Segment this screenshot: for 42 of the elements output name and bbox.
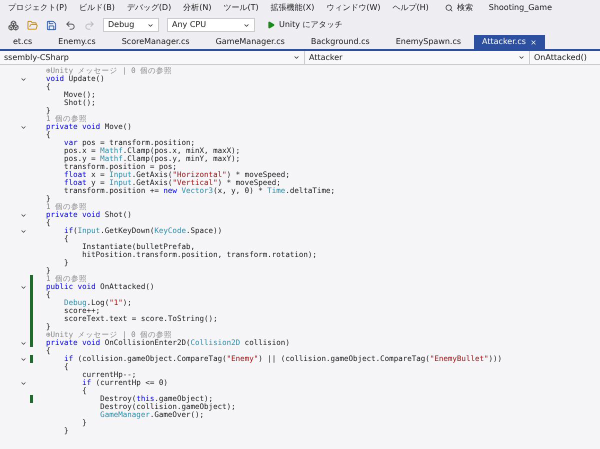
dropdown-caret-icon [243,22,250,28]
file-tab[interactable]: Attacker.cs [474,35,545,49]
fold-chevron-icon[interactable] [20,340,27,346]
solution-name: Shooting_Game [488,2,552,14]
dropdown-caret-icon [293,54,300,61]
file-tab[interactable]: et.cs [0,35,46,49]
play-icon [267,21,275,29]
menu-item[interactable]: 分析(N) [183,2,212,14]
file-tab[interactable]: Enemy.cs [45,35,109,49]
fold-chevron-icon[interactable] [20,124,27,130]
project-icon[interactable] [8,20,19,30]
menu-item[interactable]: ウィンドウ(W) [326,2,380,14]
attach-button[interactable]: Unity にアタッチ [263,18,347,32]
undo-icon[interactable] [65,20,76,30]
fold-chevron-icon[interactable] [20,212,27,218]
open-folder-icon[interactable] [27,20,38,30]
configuration-dropdown[interactable]: Debug [103,18,159,32]
menu-item[interactable]: 拡張機能(X) [270,2,314,14]
fold-chevron-icon[interactable] [20,76,27,82]
menu-item[interactable]: デバッグ(D) [126,2,172,14]
project-dropdown[interactable]: ssembly-CSharp [0,51,305,64]
dropdown-caret-icon [518,54,525,61]
menu-item[interactable]: ビルド(B) [79,2,115,14]
search-icon [444,4,453,12]
file-tab[interactable]: Background.cs [298,35,383,49]
file-tab[interactable]: GameManager.cs [202,35,298,49]
menu-item[interactable]: プロジェクト(P) [8,2,68,14]
file-tab[interactable]: EnemySpawn.cs [382,35,474,49]
fold-chevron-icon[interactable] [20,228,27,234]
close-icon[interactable] [530,38,537,46]
fold-chevron-icon[interactable] [20,284,27,290]
search-box[interactable]: 検索 [440,2,477,14]
menu-item[interactable]: ヘルプ(H) [392,2,429,14]
fold-chevron-icon[interactable] [20,380,27,386]
dropdown-caret-icon [147,22,154,28]
class-dropdown[interactable]: Attacker [305,51,530,64]
menu-item[interactable]: ツール(T) [223,2,259,14]
member-dropdown[interactable]: OnAttacked() [530,51,600,64]
fold-chevron-icon[interactable] [20,356,27,362]
save-icon[interactable] [46,20,57,30]
platform-dropdown[interactable]: Any CPU [167,18,255,32]
file-tab[interactable]: ScoreManager.cs [108,35,203,49]
